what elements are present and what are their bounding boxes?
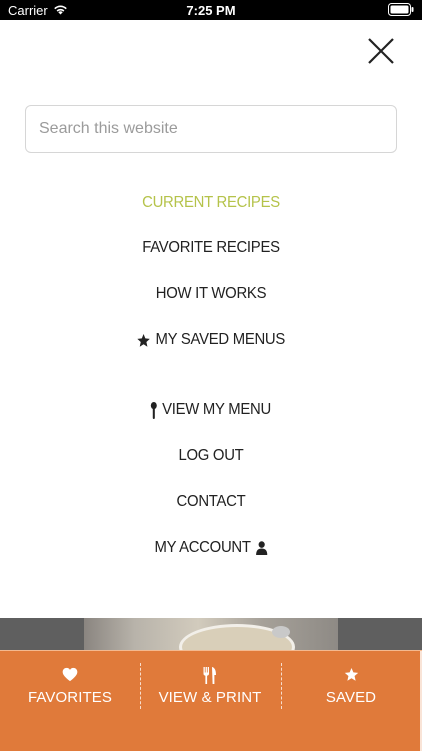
menu-item-log-out[interactable]: LOG OUT (15, 444, 407, 468)
status-bar: Carrier 7:25 PM (0, 0, 422, 20)
menu-item-my-account[interactable]: MY ACCOUNT (15, 536, 407, 560)
tab-label: FAVORITES (28, 689, 112, 706)
user-icon (255, 541, 267, 555)
menu-item-favorite-recipes[interactable]: FAVORITE RECIPES (15, 236, 407, 260)
menu-item-label: LOG OUT (178, 447, 244, 464)
menu-item-label: MY ACCOUNT (154, 539, 251, 556)
star-icon (137, 333, 151, 348)
tab-view-print[interactable]: VIEW & PRINT (140, 651, 280, 751)
status-time: 7:25 PM (186, 3, 236, 18)
tab-saved[interactable]: SAVED (281, 651, 421, 751)
menu-item-label: VIEW MY MENU (162, 401, 271, 418)
recipe-photo (84, 618, 338, 670)
spoon-shape (272, 626, 290, 638)
spoon-icon (151, 401, 158, 419)
menu-item-how-it-works[interactable]: HOW IT WORKS (15, 282, 407, 306)
menu-item-label: CURRENT RECIPES (142, 194, 280, 211)
search-box (25, 105, 397, 153)
bottom-tab-bar: FAVORITES VIEW & PRINT SAVED (0, 650, 422, 751)
close-button[interactable] (366, 36, 396, 66)
menu-item-my-saved-menus[interactable]: MY SAVED MENUS (15, 328, 407, 352)
menu-item-current-recipes[interactable]: CURRENT RECIPES (15, 191, 407, 215)
menu-item-view-my-menu[interactable]: VIEW MY MENU (15, 398, 407, 422)
menu-item-label: MY SAVED MENUS (155, 331, 286, 348)
menu-item-contact[interactable]: CONTACT (15, 490, 407, 514)
tab-label: VIEW & PRINT (158, 689, 262, 706)
close-icon (368, 38, 394, 64)
menu-item-label: HOW IT WORKS (155, 285, 267, 302)
tab-label: SAVED (325, 689, 377, 706)
tab-favorites[interactable]: FAVORITES (0, 651, 140, 751)
heart-icon (0, 667, 140, 685)
menu-item-label: FAVORITE RECIPES (142, 239, 280, 256)
star-icon (281, 667, 421, 685)
fork-knife-icon (140, 667, 280, 685)
battery-icon (388, 3, 414, 19)
menu-item-label: CONTACT (176, 493, 246, 510)
search-input[interactable] (26, 106, 396, 152)
